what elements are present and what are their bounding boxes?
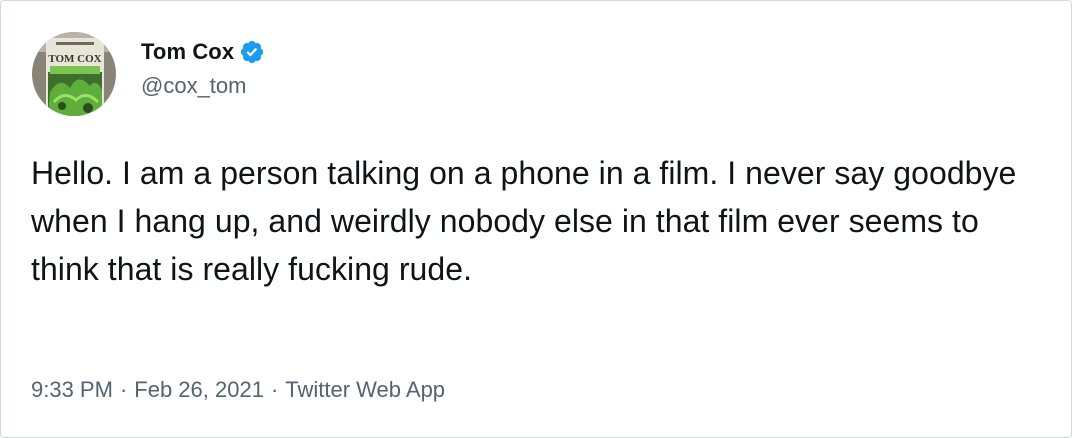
tweet-card: TOM COX Tom Cox @cox_tom Hello. I am a p…	[0, 0, 1072, 438]
meta-separator: ·	[270, 377, 279, 402]
display-name[interactable]: Tom Cox	[141, 39, 234, 65]
verified-badge-icon	[239, 39, 265, 65]
user-handle[interactable]: @cox_tom	[141, 73, 265, 99]
tweet-text: Hello. I am a person talking on a phone …	[31, 155, 1017, 287]
meta-separator: ·	[119, 377, 128, 402]
author-identity: Tom Cox @cox_tom	[141, 39, 265, 99]
tweet-source[interactable]: Twitter Web App	[285, 377, 445, 403]
tweet-header: TOM COX Tom Cox @cox_tom	[32, 29, 265, 119]
avatar-book-title: TOM COX	[48, 53, 101, 65]
tweet-metadata: 9:33 PM · Feb 26, 2021 · Twitter Web App	[31, 377, 445, 403]
book-cover-avatar-icon: TOM COX	[32, 32, 116, 116]
avatar[interactable]: TOM COX	[32, 32, 116, 116]
name-row: Tom Cox	[141, 39, 265, 65]
tweet-time[interactable]: 9:33 PM	[31, 377, 113, 403]
tweet-date[interactable]: Feb 26, 2021	[134, 377, 264, 403]
